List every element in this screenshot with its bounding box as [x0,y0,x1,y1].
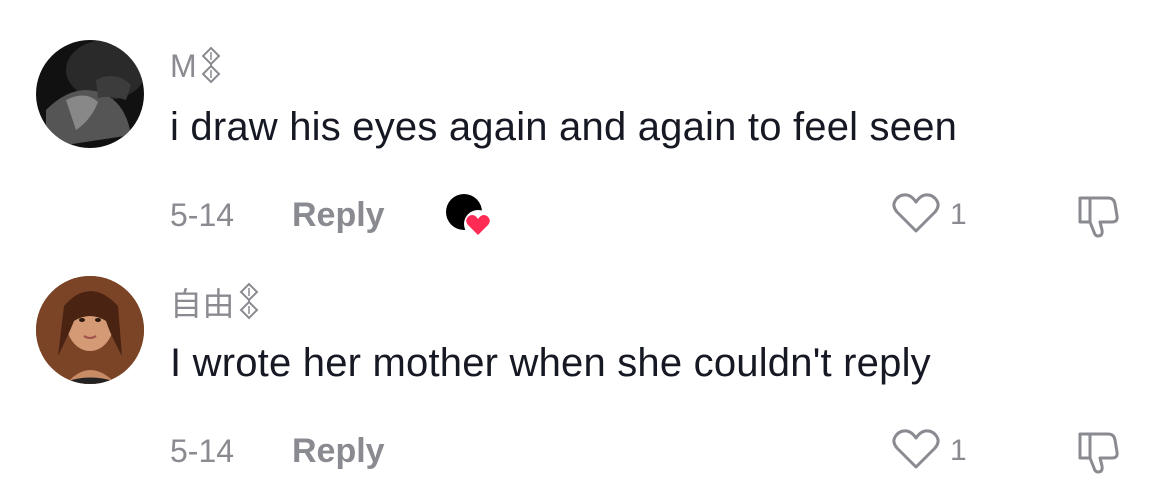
thumbs-down-icon[interactable] [1070,190,1122,240]
avatar[interactable] [36,40,144,148]
diamond-chain-icon [237,282,261,322]
comment-date: 5-14 [170,432,235,469]
comment-text: I wrote her mother when she couldn't rep… [170,341,931,385]
like-button[interactable]: 1 [890,426,967,476]
comment-text: i draw his eyes again and again to feel … [170,105,958,149]
heart-icon [890,427,942,476]
comment-item: M i draw his eyes again and again to fee… [0,0,1170,251]
heart-icon [890,191,942,240]
creator-liked-icon [444,190,496,240]
reply-button[interactable]: Reply [292,432,385,471]
username[interactable]: 自由 [170,279,235,325]
like-count: 1 [950,434,967,467]
comment-item: 自由 I wrote her mother when she couldn't … [0,236,1170,487]
like-button[interactable]: 1 [890,190,967,240]
avatar[interactable] [36,276,144,384]
comment-date: 5-14 [170,196,235,233]
like-count: 1 [950,198,967,231]
thumbs-down-icon[interactable] [1070,426,1122,476]
username[interactable]: M [170,48,197,85]
reply-button[interactable]: Reply [292,196,385,235]
diamond-chain-icon [199,46,223,86]
